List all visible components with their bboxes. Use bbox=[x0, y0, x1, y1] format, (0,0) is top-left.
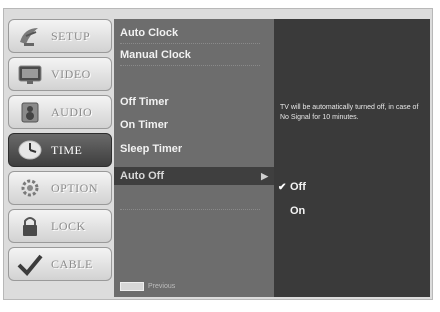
menu-item-off-timer[interactable]: Off Timer bbox=[120, 96, 169, 108]
menu-item-on-timer[interactable]: On Timer bbox=[120, 119, 168, 131]
menu-item-manual-clock[interactable]: Manual Clock bbox=[120, 49, 191, 61]
menu-key-icon bbox=[120, 282, 144, 291]
menu-item-sleep-timer[interactable]: Sleep Timer bbox=[120, 143, 182, 155]
sidebar-item-audio[interactable]: AUDIO bbox=[8, 95, 112, 129]
sidebar-item-label: SETUP bbox=[51, 28, 91, 43]
navigation-hint: Previous bbox=[120, 282, 175, 291]
sidebar-item-label: VIDEO bbox=[51, 66, 91, 81]
sidebar-item-label: AUDIO bbox=[51, 104, 93, 119]
menu-item-label: Auto Off bbox=[120, 170, 164, 182]
speaker-icon bbox=[15, 99, 45, 125]
arrow-right-icon: ▶ bbox=[261, 171, 268, 181]
clock-icon bbox=[15, 137, 45, 163]
hint-text: Previous bbox=[148, 283, 176, 290]
option-off[interactable]: ✔ Off bbox=[278, 181, 306, 193]
menu-item-auto-off[interactable]: Auto Off ▶ bbox=[114, 167, 274, 185]
auto-off-description: TV will be automatically turned off, in … bbox=[280, 104, 419, 121]
time-menu-panel: Auto Clock Manual Clock Off Timer On Tim… bbox=[114, 19, 274, 297]
gear-icon bbox=[15, 175, 45, 201]
check-icon: ✔ bbox=[278, 181, 287, 193]
sidebar-item-label: OPTION bbox=[51, 180, 98, 195]
menu-divider bbox=[120, 43, 260, 44]
sidebar-item-label: TIME bbox=[51, 142, 83, 157]
tv-menu-screen: SETUP VIDEO AUDIO TIME OPTION LOCK CABLE… bbox=[3, 8, 433, 300]
checkmark-icon bbox=[15, 251, 45, 277]
menu-divider bbox=[120, 65, 260, 66]
padlock-icon bbox=[15, 213, 45, 239]
option-label: Off bbox=[290, 181, 306, 193]
option-on[interactable]: On bbox=[278, 205, 305, 217]
sidebar-item-option[interactable]: OPTION bbox=[8, 171, 112, 205]
sidebar-item-time[interactable]: TIME bbox=[8, 133, 112, 167]
sidebar-item-setup[interactable]: SETUP bbox=[8, 19, 112, 53]
auto-off-submenu: TV will be automatically turned off, in … bbox=[274, 19, 430, 297]
tv-screen-icon bbox=[15, 61, 45, 87]
sidebar-item-video[interactable]: VIDEO bbox=[8, 57, 112, 91]
sidebar-item-lock[interactable]: LOCK bbox=[8, 209, 112, 243]
sidebar-item-cable[interactable]: CABLE bbox=[8, 247, 112, 281]
sidebar-item-label: CABLE bbox=[51, 256, 93, 271]
option-label: On bbox=[290, 205, 306, 217]
menu-divider bbox=[120, 209, 260, 210]
sidebar-item-label: LOCK bbox=[51, 218, 86, 233]
satellite-dish-icon bbox=[15, 23, 45, 49]
menu-item-auto-clock[interactable]: Auto Clock bbox=[120, 27, 178, 39]
category-sidebar: SETUP VIDEO AUDIO TIME OPTION LOCK CABLE bbox=[8, 19, 112, 297]
